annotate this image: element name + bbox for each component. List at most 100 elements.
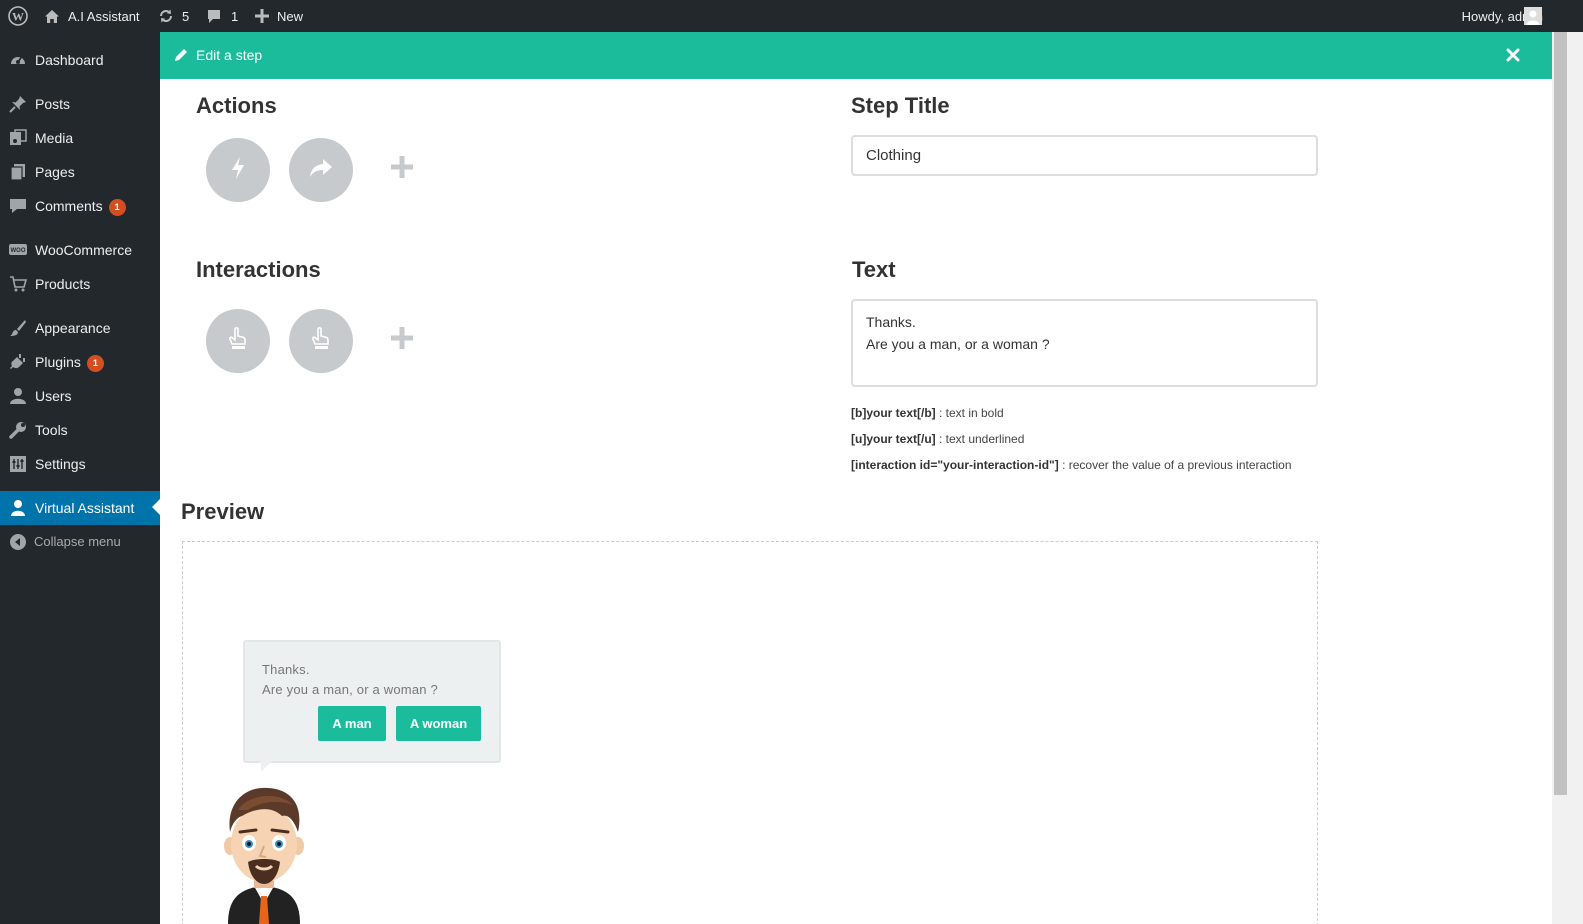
user-icon	[9, 387, 27, 405]
hand-pointer-icon	[310, 326, 332, 356]
wrench-icon	[9, 421, 27, 439]
comments-link[interactable]: 1	[206, 0, 238, 32]
updates-count: 5	[182, 8, 190, 24]
home-icon	[44, 9, 60, 24]
menu-label: Posts	[35, 96, 71, 112]
menu-item-virtual-assistant[interactable]: Virtual Assistant	[0, 491, 160, 525]
plus-icon	[391, 327, 413, 353]
scrollbar-thumb[interactable]	[1554, 32, 1567, 795]
menu-item-users[interactable]: Users	[0, 379, 160, 413]
site-name: A.I Assistant	[68, 8, 140, 24]
collapse-icon	[9, 533, 27, 551]
avatar[interactable]	[1524, 0, 1542, 32]
plugin-icon	[9, 353, 27, 371]
menu-label: Users	[35, 388, 72, 404]
site-name-link[interactable]: A.I Assistant	[44, 0, 140, 32]
help-underline: [u]your text[/u] : text underlined	[851, 432, 1024, 446]
menu-label: WooCommerce	[35, 242, 132, 258]
comment-bubble-icon	[206, 9, 222, 24]
menu-item-products[interactable]: Products	[0, 267, 160, 301]
dashboard-icon	[9, 51, 27, 69]
pin-icon	[9, 95, 27, 113]
lightning-icon	[229, 156, 247, 185]
help-desc: : recover the value of a previous intera…	[1058, 458, 1292, 472]
menu-label: Settings	[35, 456, 86, 472]
collapse-menu-button[interactable]: Collapse menu	[0, 525, 160, 559]
plus-icon	[255, 9, 269, 23]
interaction-button-2[interactable]	[289, 309, 353, 373]
menu-item-woocommerce[interactable]: WOO WooCommerce	[0, 233, 160, 267]
updates-link[interactable]: 5	[158, 0, 189, 32]
help-interaction: [interaction id="your-interaction-id"] :…	[851, 458, 1292, 472]
step-text-area[interactable]: Thanks. Are you a man, or a woman ?	[851, 299, 1318, 387]
pages-icon	[9, 163, 27, 181]
menu-label: Pages	[35, 164, 75, 180]
media-icon	[9, 129, 27, 147]
bubble-text-line: Are you a man, or a woman ?	[262, 682, 438, 697]
menu-label: Tools	[35, 422, 68, 438]
chat-bubble: Thanks. Are you a man, or a woman ? A ma…	[243, 640, 501, 772]
menu-label: Virtual Assistant	[35, 500, 135, 516]
modal-title: Edit a step	[196, 47, 263, 63]
collapse-label: Collapse menu	[34, 534, 121, 549]
actions-title: Actions	[196, 93, 277, 118]
choice-button-man[interactable]: A man	[318, 706, 386, 741]
plugins-badge: 1	[86, 355, 104, 372]
step-title-label: Step Title	[851, 93, 950, 118]
action-redirect-button[interactable]	[289, 138, 353, 202]
comment-icon	[9, 197, 27, 215]
scrollbar[interactable]	[1552, 32, 1583, 924]
preview-title: Preview	[181, 499, 265, 524]
menu-item-comments[interactable]: Comments 1	[0, 189, 160, 223]
action-lightning-button[interactable]	[206, 138, 270, 202]
hand-pointer-icon	[227, 326, 249, 356]
menu-item-media[interactable]: Media	[0, 121, 160, 155]
help-code: [interaction id="your-interaction-id"]	[851, 458, 1059, 472]
menu-item-appearance[interactable]: Appearance	[0, 311, 160, 345]
menu-label: Products	[35, 276, 91, 292]
wordpress-logo-icon[interactable]: W	[8, 0, 28, 32]
text-line: Are you a man, or a woman ?	[866, 336, 1050, 352]
choice-button-woman[interactable]: A woman	[396, 706, 481, 741]
bubble-text-line: Thanks.	[262, 662, 310, 677]
menu-item-plugins[interactable]: Plugins 1	[0, 345, 160, 379]
interactions-title: Interactions	[196, 257, 321, 282]
svg-text:WOO: WOO	[11, 248, 26, 254]
menu-label: Comments	[35, 198, 103, 214]
new-content-link[interactable]: New	[255, 0, 303, 32]
step-title-input[interactable]	[851, 135, 1318, 176]
interaction-button-1[interactable]	[206, 309, 270, 373]
menu-item-pages[interactable]: Pages	[0, 155, 160, 189]
help-code: [u]your text[/u]	[851, 432, 936, 446]
brush-icon	[9, 319, 27, 337]
menu-item-posts[interactable]: Posts	[0, 87, 160, 121]
text-line: Thanks.	[866, 314, 916, 330]
admin-bar: W A.I Assistant 5 1 New Howdy, admin	[0, 0, 1583, 32]
new-label: New	[277, 8, 304, 24]
help-code: [b]your text[/b]	[851, 406, 936, 420]
help-desc: : text in bold	[935, 406, 1004, 420]
updates-icon	[158, 8, 174, 24]
help-desc: : text underlined	[935, 432, 1025, 446]
assistant-character-avatar	[218, 780, 310, 924]
svg-text:W: W	[12, 10, 24, 24]
settings-icon	[9, 455, 27, 473]
plus-icon	[391, 156, 413, 182]
menu-item-settings[interactable]: Settings	[0, 447, 160, 481]
comments-count: 1	[231, 8, 239, 24]
help-bold: [b]your text[/b] : text in bold	[851, 406, 1004, 420]
assistant-icon	[9, 499, 27, 517]
menu-item-dashboard[interactable]: Dashboard	[0, 43, 160, 77]
add-action-button[interactable]	[391, 156, 415, 180]
menu-item-tools[interactable]: Tools	[0, 413, 160, 447]
menu-label: Plugins	[35, 354, 81, 370]
woo-icon: WOO	[9, 241, 27, 259]
close-icon[interactable]	[1506, 48, 1520, 67]
modal-header: Edit a step	[160, 32, 1552, 79]
menu-label: Dashboard	[35, 52, 104, 68]
cart-icon	[9, 275, 28, 293]
pencil-icon	[174, 48, 188, 67]
text-label: Text	[852, 257, 896, 282]
add-interaction-button[interactable]	[391, 327, 415, 351]
menu-label: Appearance	[35, 320, 111, 336]
